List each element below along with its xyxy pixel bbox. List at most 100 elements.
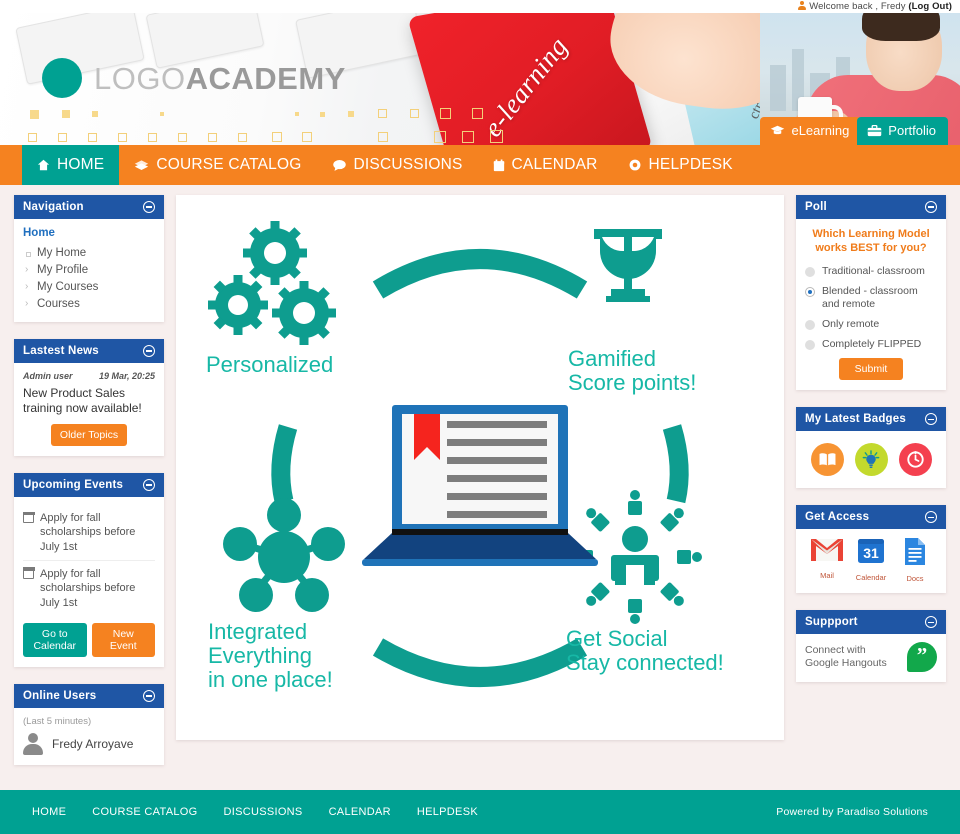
badge-book[interactable]: [810, 443, 844, 477]
home-infographic-card: Personalized Gamified Score points! Inte…: [176, 195, 784, 740]
arc-bottom: [372, 638, 588, 687]
collapse-icon[interactable]: [143, 345, 155, 357]
nav-tree-item[interactable]: › My Profile: [23, 261, 155, 278]
collapse-icon[interactable]: [925, 616, 937, 629]
footer-link-calendar[interactable]: CALENDAR: [329, 806, 391, 818]
panel-badges: My Latest Badges: [796, 407, 946, 489]
page-root: Welcome back , Fredy (Log Out) ctrl e-le…: [0, 0, 960, 834]
arc-right: [662, 424, 689, 504]
poll-option[interactable]: Completely FLIPPED: [805, 338, 937, 351]
footer-link-discussions[interactable]: DISCUSSIONS: [223, 806, 302, 818]
poll-submit-button[interactable]: Submit: [838, 358, 904, 381]
footer-link-course-catalog[interactable]: COURSE CATALOG: [92, 806, 197, 818]
news-headline[interactable]: New Product Sales training now available…: [23, 386, 155, 416]
nav-tree-home[interactable]: Home: [23, 227, 155, 239]
panel-get-access-header: Get Access: [796, 505, 946, 530]
hangouts-icon[interactable]: ”: [907, 642, 937, 673]
badge-clock[interactable]: [898, 443, 932, 477]
support-row[interactable]: Connect with Google Hangouts ”: [805, 642, 937, 673]
access-row: Mail 31 Calendar Docs: [805, 537, 937, 583]
panel-navigation-body: Home My Home › My Profile › My Courses › Co…: [14, 219, 164, 322]
poll-option[interactable]: Traditional- classroom: [805, 265, 937, 278]
event-item-text: Apply for fall scholarships before July …: [40, 567, 136, 609]
panel-navigation-title: Navigation: [23, 201, 84, 213]
panel-badges-body: [796, 431, 946, 488]
footer-link-home[interactable]: HOME: [32, 806, 66, 818]
support-text: Connect with Google Hangouts: [805, 643, 887, 670]
nav-item-course-catalog-label: COURSE CATALOG: [156, 156, 302, 173]
news-meta: Admin user 19 Mar, 20:25: [23, 371, 155, 381]
welcome-message: Welcome back , Fredy (Log Out): [798, 1, 952, 12]
nav-item-helpdesk[interactable]: HELPDESK: [613, 145, 748, 185]
gmail-icon: [811, 539, 843, 562]
collapse-icon[interactable]: [925, 201, 937, 213]
badge-lightbulb[interactable]: [854, 443, 888, 477]
collapse-icon[interactable]: [925, 511, 937, 524]
radio-icon[interactable]: [805, 340, 815, 351]
logo-text-bold: ACADEMY: [185, 60, 346, 96]
older-topics-button[interactable]: Older Topics: [50, 424, 128, 447]
nav-item-discussions-label: DISCUSSIONS: [353, 156, 463, 173]
nav-item-course-catalog[interactable]: COURSE CATALOG: [119, 145, 316, 185]
site-logo[interactable]: LOGOACADEMY: [42, 58, 346, 98]
collapse-icon[interactable]: [143, 689, 155, 702]
badges-row: [805, 439, 937, 478]
access-item-calendar[interactable]: 31 Calendar: [851, 537, 891, 583]
poll-option[interactable]: Blended - classroom and remote: [805, 285, 937, 311]
panel-poll-title: Poll: [805, 201, 827, 213]
calendar-icon: [22, 511, 35, 524]
panel-latest-news-body: Admin user 19 Mar, 20:25 New Product Sal…: [14, 363, 164, 456]
tab-elearning[interactable]: eLearning: [760, 117, 862, 145]
access-item-mail[interactable]: Mail: [807, 537, 847, 583]
news-author: Admin user: [23, 371, 73, 381]
nav-item-discussions[interactable]: DISCUSSIONS: [317, 145, 478, 185]
event-item[interactable]: Apply for fall scholarships before July …: [22, 505, 155, 560]
footer-credit: Powered by Paradiso Solutions: [776, 806, 928, 818]
panel-navigation-header: Navigation: [14, 195, 164, 219]
panel-support: Suppport Connect with Google Hangouts ”: [796, 610, 946, 683]
online-users-subtitle: (Last 5 minutes): [23, 715, 92, 727]
nav-tree-item[interactable]: › My Courses: [23, 278, 155, 295]
arc-left: [271, 424, 298, 504]
arc-top: [372, 249, 588, 299]
nav-tree-item-label: My Home: [37, 246, 87, 259]
footer-link-helpdesk[interactable]: HELPDESK: [417, 806, 478, 818]
panel-online-users-title: Online Users: [23, 689, 97, 702]
utility-bar: Welcome back , Fredy (Log Out): [0, 0, 960, 13]
access-item-label: Calendar: [855, 573, 887, 583]
panel-latest-news-title: Lastest News: [23, 345, 99, 357]
nav-item-helpdesk-label: HELPDESK: [648, 156, 733, 173]
radio-icon[interactable]: [805, 319, 815, 330]
radio-icon-selected[interactable]: [805, 286, 815, 297]
panel-support-title: Suppport: [805, 616, 858, 629]
calendar-icon: [22, 567, 35, 579]
poll-option[interactable]: Only remote: [805, 318, 937, 331]
svg-text:31: 31: [863, 545, 879, 561]
event-item[interactable]: Apply for fall scholarships before July …: [22, 559, 155, 616]
avatar-icon: [23, 732, 43, 755]
lightbulb-badge-icon: [862, 450, 880, 469]
square-marker-icon: [26, 251, 31, 257]
nav-item-home-label: HOME: [57, 156, 105, 173]
nav-tree-item[interactable]: My Home: [23, 244, 155, 261]
radio-icon[interactable]: [805, 266, 815, 277]
nav-item-calendar[interactable]: CALENDAR: [478, 145, 613, 185]
new-event-button[interactable]: New Event: [91, 622, 155, 657]
access-item-docs[interactable]: Docs: [895, 537, 935, 583]
collapse-icon[interactable]: [143, 479, 155, 492]
go-to-calendar-button[interactable]: Go to Calendar: [23, 622, 87, 657]
logout-link[interactable]: (Log Out): [908, 1, 952, 12]
collapse-icon[interactable]: [925, 413, 937, 426]
logo-circle-icon: [42, 58, 82, 98]
chat-bubble-icon: [332, 160, 346, 171]
online-user-row[interactable]: Fredy Arroyave: [23, 732, 155, 755]
panel-online-users-body: (Last 5 minutes) Fredy Arroyave: [14, 708, 164, 765]
collapse-icon[interactable]: [143, 201, 155, 213]
welcome-text: Welcome back , Fredy: [809, 1, 909, 12]
tab-elearning-label: eLearning: [791, 123, 850, 138]
nav-item-home[interactable]: HOME: [22, 145, 120, 185]
tab-portfolio[interactable]: Portfolio: [857, 117, 948, 145]
nav-tree-item[interactable]: › Courses: [23, 295, 155, 312]
calendar-icon: [493, 159, 504, 171]
main-navigation: HOME COURSE CATALOG DISCUSSIONS CALENDAR…: [0, 145, 960, 185]
